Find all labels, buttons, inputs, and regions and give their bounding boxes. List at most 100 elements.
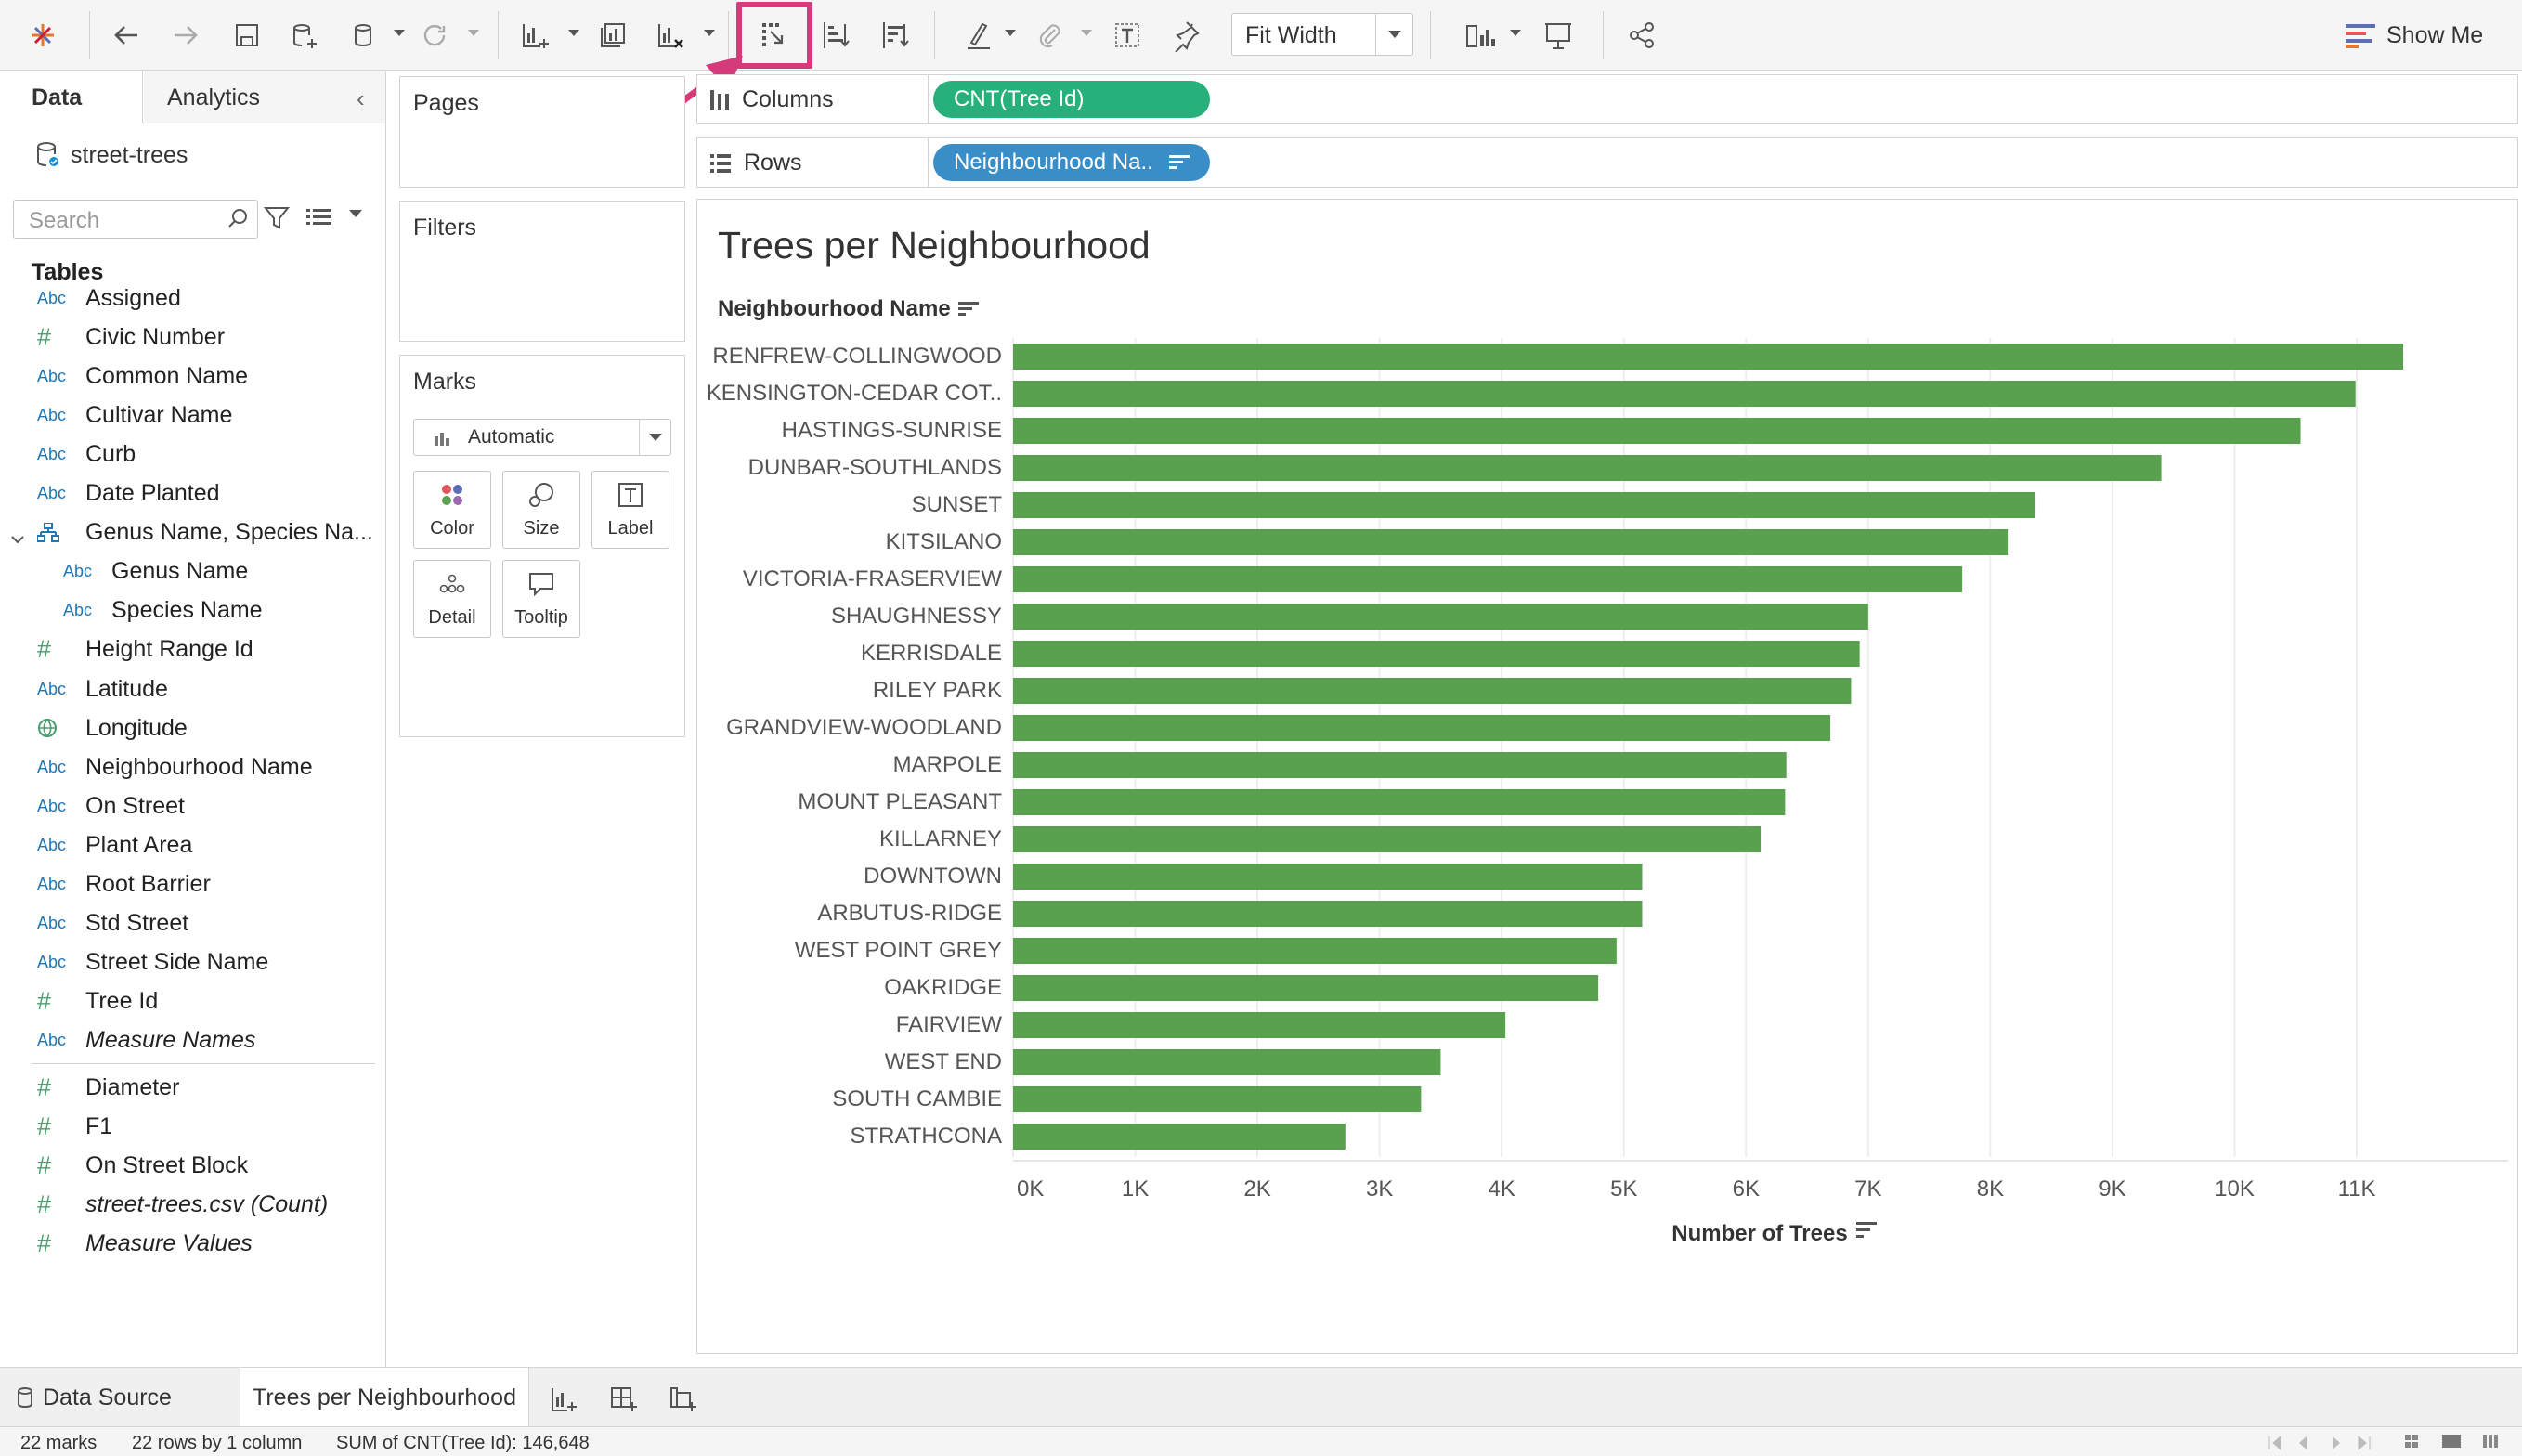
paperclip-icon[interactable] (1027, 13, 1072, 58)
presentation-mode-icon[interactable] (1536, 13, 1580, 58)
field-search-input[interactable]: Search (13, 200, 258, 239)
field-item[interactable]: Abc On Street (0, 787, 381, 825)
measure-item[interactable]: # street-trees.csv (Count) (0, 1186, 381, 1223)
bar[interactable] (1013, 715, 1831, 741)
category-label[interactable]: DUNBAR-SOUTHLANDS (748, 455, 1002, 480)
category-label[interactable]: MOUNT PLEASANT (798, 789, 1002, 814)
bar[interactable] (1013, 344, 2404, 370)
new-worksheet-icon[interactable] (540, 1381, 587, 1418)
new-datasource-icon[interactable] (282, 13, 327, 58)
sheet-nav-icon[interactable] (2266, 1435, 2377, 1451)
bar[interactable] (1013, 529, 2009, 555)
text-label-icon[interactable] (1105, 13, 1150, 58)
bar[interactable] (1013, 826, 1762, 852)
bar[interactable] (1013, 975, 1599, 1001)
category-label[interactable]: SOUTH CAMBIE (832, 1086, 1002, 1112)
share-icon[interactable] (1619, 13, 1664, 58)
pause-updates-icon[interactable] (344, 13, 388, 58)
category-label[interactable]: GRANDVIEW-WOODLAND (726, 715, 1002, 740)
redo-icon[interactable] (163, 13, 208, 58)
field-item[interactable]: Abc Curb (0, 436, 381, 473)
chevron-down-icon[interactable] (466, 26, 481, 41)
tab-data[interactable]: Data (0, 72, 143, 124)
category-label[interactable]: KERRISDALE (861, 641, 1002, 666)
category-label[interactable]: WEST END (885, 1049, 1002, 1074)
bar[interactable] (1013, 381, 2356, 407)
category-label[interactable]: KENSINGTON-CEDAR COT.. (707, 381, 1002, 406)
field-item[interactable]: Abc Cultivar Name (0, 396, 381, 434)
pages-card[interactable]: Pages (399, 76, 685, 188)
chevron-down-icon[interactable] (392, 26, 407, 41)
chevron-down-icon[interactable] (1079, 26, 1094, 41)
filters-card[interactable]: Filters (399, 201, 685, 342)
sort-ascending-icon[interactable] (813, 13, 858, 58)
measure-item[interactable]: # Diameter (0, 1069, 381, 1106)
chevron-down-icon[interactable] (1003, 26, 1018, 41)
x-axis-title[interactable]: Number of Trees (1671, 1221, 1847, 1246)
filter-icon[interactable] (263, 205, 291, 236)
category-label[interactable]: DOWNTOWN (864, 864, 1002, 889)
detail-button[interactable]: Detail (413, 560, 491, 638)
refresh-icon[interactable] (412, 13, 457, 58)
undo-icon[interactable] (104, 13, 149, 58)
show-cards-icon[interactable] (1458, 13, 1502, 58)
field-item[interactable]: Longitude (0, 709, 381, 747)
chevron-down-icon[interactable] (11, 526, 24, 552)
field-item[interactable]: Abc Plant Area (0, 826, 381, 864)
field-item[interactable]: Abc Street Side Name (0, 944, 381, 982)
rows-pill[interactable]: Neighbourhood Na.. (933, 144, 1210, 181)
field-item[interactable]: # Tree Id (0, 983, 381, 1020)
bar[interactable] (1013, 789, 1786, 815)
list-view-icon[interactable] (306, 207, 332, 234)
sort-descending-icon[interactable] (873, 13, 917, 58)
tableau-logo-icon[interactable] (20, 13, 65, 58)
bar-chart[interactable]: RENFREW-COLLINGWOOD KENSINGTON-CEDAR COT.… (697, 200, 2519, 1355)
field-item[interactable]: Abc Genus Name (0, 553, 381, 591)
category-label[interactable]: RILEY PARK (873, 678, 1002, 703)
measure-item[interactable]: # On Street Block (0, 1147, 381, 1184)
bar[interactable] (1013, 641, 1860, 667)
field-item[interactable]: Abc Species Name (0, 592, 381, 630)
field-item[interactable]: Abc Std Street (0, 905, 381, 942)
category-label[interactable]: KILLARNEY (879, 826, 1002, 852)
new-story-icon[interactable] (659, 1381, 706, 1418)
bar[interactable] (1013, 938, 1617, 964)
columns-pill[interactable]: CNT(Tree Id) (933, 81, 1210, 118)
sheet-tab-current[interactable]: Trees per Neighbourhood (240, 1368, 529, 1427)
row-header[interactable]: Neighbourhood Name (718, 296, 979, 322)
category-label[interactable]: WEST POINT GREY (795, 938, 1002, 963)
field-item[interactable]: Abc Latitude (0, 670, 381, 708)
category-label[interactable]: ARBUTUS-RIDGE (817, 901, 1002, 926)
show-me-button[interactable]: Show Me (2346, 13, 2483, 58)
category-label[interactable]: MARPOLE (893, 752, 1002, 777)
tab-analytics[interactable]: Analytics (144, 72, 385, 124)
bar[interactable] (1013, 901, 1643, 927)
category-label[interactable]: VICTORIA-FRASERVIEW (743, 566, 1003, 592)
category-label[interactable]: FAIRVIEW (896, 1012, 1003, 1037)
bar[interactable] (1013, 1012, 1506, 1038)
save-icon[interactable] (225, 13, 269, 58)
data-source-tab[interactable]: Data Source (11, 1368, 234, 1427)
category-label[interactable]: RENFREW-COLLINGWOOD (712, 344, 1002, 369)
bar[interactable] (1013, 604, 1868, 630)
bar[interactable] (1013, 1124, 1346, 1150)
collapse-pane-icon[interactable]: ‹ (357, 84, 365, 113)
category-label[interactable]: OAKRIDGE (884, 975, 1002, 1000)
field-item[interactable]: Abc Neighbourhood Name (0, 748, 381, 786)
rows-shelf[interactable]: Rows Neighbourhood Na.. (696, 137, 2518, 188)
category-label[interactable]: KITSILANO (886, 529, 1002, 554)
highlight-pen-icon[interactable] (956, 13, 1001, 58)
field-item[interactable]: Abc Date Planted (0, 475, 381, 513)
chevron-down-icon[interactable] (1508, 26, 1523, 41)
category-label[interactable]: HASTINGS-SUNRISE (782, 418, 1002, 443)
bar[interactable] (1013, 864, 1643, 890)
bar[interactable] (1013, 566, 1963, 592)
field-item[interactable]: Genus Name, Species Na... (0, 514, 381, 552)
columns-shelf[interactable]: Columns CNT(Tree Id) (696, 74, 2518, 124)
chevron-down-icon[interactable] (349, 207, 362, 224)
measure-item[interactable]: # F1 (0, 1108, 381, 1145)
new-worksheet-icon[interactable] (513, 13, 557, 58)
pin-icon[interactable] (1163, 13, 1207, 58)
bar[interactable] (1013, 492, 2036, 518)
sort-icon[interactable] (1856, 1222, 1877, 1238)
